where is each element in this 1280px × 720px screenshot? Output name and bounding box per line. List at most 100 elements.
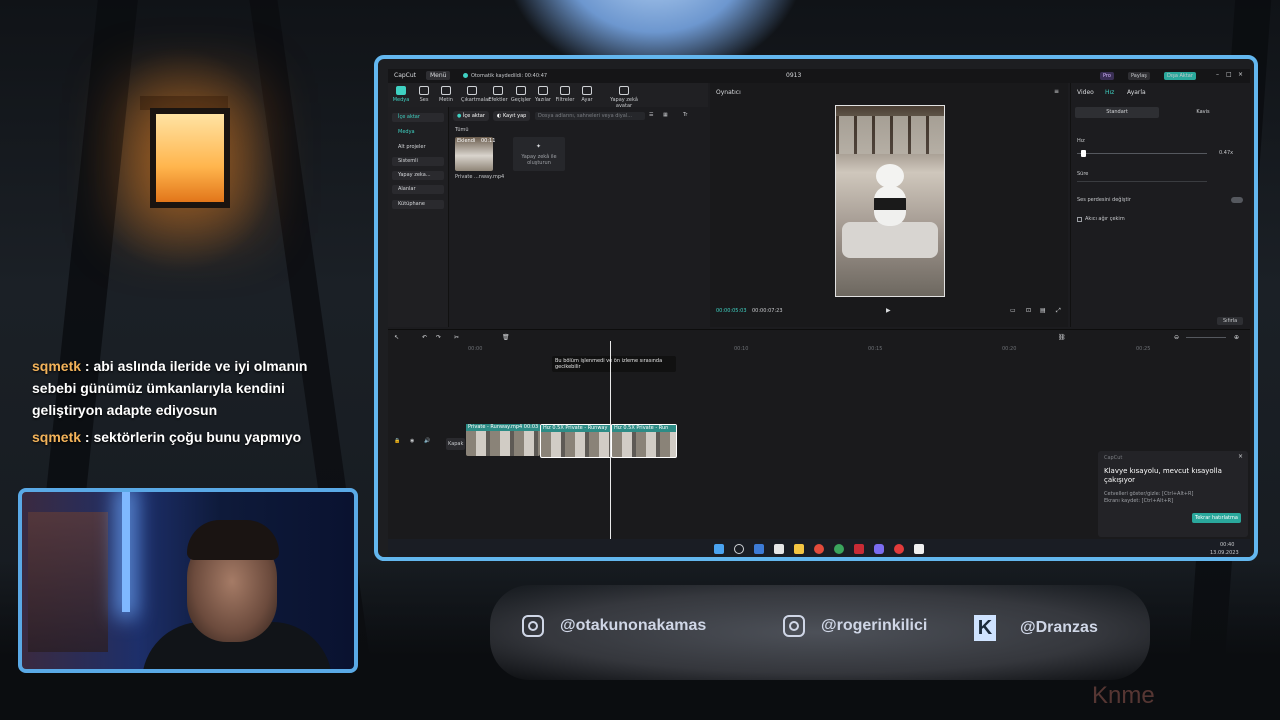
playhead[interactable]	[610, 341, 611, 541]
smooth-checkbox[interactable]	[1077, 217, 1082, 222]
ratio-icon[interactable]: ▭	[1010, 307, 1016, 314]
sidebar-item-subprojects[interactable]: Alt projeler	[392, 143, 444, 152]
tab-speed[interactable]: Hız	[1105, 89, 1114, 96]
store-icon[interactable]	[774, 544, 784, 554]
sidebar-item-import[interactable]: İçe aktar	[392, 113, 444, 122]
redo-icon[interactable]: ↷	[436, 334, 441, 341]
tool-media[interactable]: Medya	[390, 85, 412, 103]
search-icon[interactable]	[734, 544, 744, 554]
toast-app: CapCut	[1104, 455, 1123, 461]
minimize-icon[interactable]: –	[1216, 71, 1219, 78]
speed-tab-curve[interactable]: Kavis	[1161, 107, 1245, 118]
ruler-mark: 00:00	[468, 346, 483, 352]
tool-filters[interactable]: Filtreler	[554, 85, 576, 103]
maximize-icon[interactable]: □	[1226, 71, 1232, 78]
export-button[interactable]: Dışa Aktar	[1164, 72, 1196, 80]
current-time: 00:00:05:03	[716, 308, 747, 314]
cover-button[interactable]: Kapak	[446, 438, 466, 450]
link-icon[interactable]: ⛓	[1058, 334, 1066, 341]
discord-icon[interactable]	[874, 544, 884, 554]
speed-slider-track[interactable]	[1077, 153, 1207, 154]
tool-transitions[interactable]: Geçişler	[510, 85, 532, 103]
undo-icon[interactable]: ↶	[422, 334, 427, 341]
instagram-icon	[522, 615, 544, 637]
obs-icon[interactable]	[894, 544, 904, 554]
tool-effects[interactable]: Efektler	[487, 85, 509, 103]
reset-button[interactable]: Sıfırla	[1217, 317, 1244, 325]
tool-adjust[interactable]: Ayar	[576, 85, 598, 103]
properties-panel: Video Hız Ayarla Standart Kavis Hız 0.47…	[1070, 83, 1251, 327]
toast-title: Klavye kısayolu, mevcut kısayolla çakışı…	[1104, 467, 1222, 484]
track-lock-icon[interactable]: 🔒	[394, 438, 400, 444]
audio-icon	[419, 86, 429, 95]
split-icon[interactable]: ✂	[454, 334, 459, 341]
tool-captions[interactable]: Yazılar	[532, 85, 554, 103]
avatar-icon	[619, 86, 629, 95]
speed-slider-handle[interactable]	[1081, 150, 1086, 157]
tab-video[interactable]: Video	[1077, 89, 1094, 96]
tool-ai-avatar[interactable]: Yapay zekâ avatar	[602, 85, 646, 109]
zoom-icon[interactable]: ⊡	[1026, 307, 1031, 314]
sidebar-item-ai[interactable]: Yapay zeka...	[392, 171, 444, 180]
file-explorer-icon[interactable]	[794, 544, 804, 554]
chat-text: : sektörlerin çoğu bunu yapmıyo	[81, 429, 302, 445]
capcut-window: CapCut Menü Otomatik kaydedildi: 00:40:4…	[388, 69, 1251, 557]
timeline-clip[interactable]: Private - Runway.mp4 00:03	[466, 424, 540, 456]
neon-light	[122, 492, 130, 612]
widgets-icon[interactable]	[754, 544, 764, 554]
capcut-taskbar-icon[interactable]	[914, 544, 924, 554]
app-icon-green[interactable]	[834, 544, 844, 554]
timeline-clip-selected[interactable]: Hız 0.5X Private - Run	[611, 424, 677, 458]
pitch-toggle[interactable]	[1231, 197, 1243, 203]
app-icon-red[interactable]	[854, 544, 864, 554]
speed-tab-standard[interactable]: Standart	[1075, 107, 1159, 118]
search-input[interactable]: Dosya adlarını, sahneleri veya diyal...	[535, 112, 645, 120]
close-icon[interactable]: ×	[1238, 71, 1243, 78]
player-panel: Oynatıcı ≡ 00:00:05:03 00:00:07:23 ▶ ▭ ⊡…	[710, 83, 1068, 327]
speed-value[interactable]: 0.47x	[1219, 150, 1233, 156]
zoom-out-icon[interactable]: ⊖	[1174, 334, 1179, 341]
toast-close-icon[interactable]: ×	[1238, 453, 1243, 460]
watermark: Knme	[1092, 682, 1155, 709]
import-button[interactable]: ● İçe aktar	[453, 111, 489, 121]
share-button[interactable]: Paylaş	[1128, 72, 1150, 80]
autosave-status: Otomatik kaydedildi: 00:40:47	[471, 73, 548, 79]
tool-stickers[interactable]: Çıkartmalar	[461, 85, 490, 103]
toast-remind-button[interactable]: Tekrar hatırlatma	[1192, 513, 1241, 523]
player-menu-icon[interactable]: ≡	[1054, 88, 1059, 95]
timeline-zoom-slider[interactable]	[1186, 337, 1226, 338]
title-bar: CapCut Menü Otomatik kaydedildi: 00:40:4…	[388, 69, 1250, 83]
select-tool-icon[interactable]: ↖	[394, 334, 399, 341]
record-button[interactable]: ◐ Kayıt yap	[493, 111, 531, 121]
tool-text[interactable]: Metin	[435, 85, 457, 103]
menu-button[interactable]: Menü	[426, 71, 451, 80]
fullscreen-icon[interactable]: ⤢	[1056, 307, 1061, 315]
media-sidebar: İçe aktar Medya Alt projeler Sistemli Ya…	[388, 107, 448, 327]
captions-icon	[538, 86, 548, 95]
ai-create-card[interactable]: ✦ Yapay zekâ ile oluşturun	[513, 137, 565, 171]
filter-icon[interactable]: Tr	[683, 112, 687, 118]
zoom-in-icon[interactable]: ⊕	[1234, 334, 1239, 341]
windows-start-icon[interactable]	[714, 544, 724, 554]
sticker-icon	[467, 86, 477, 95]
timeline-clip-selected[interactable]: Hız 0.5X Private - Runway	[540, 424, 612, 458]
sort-icon[interactable]: ☰	[649, 112, 653, 118]
track-audio-icon[interactable]: 🔊	[424, 438, 430, 444]
pro-badge[interactable]: Pro	[1100, 72, 1114, 80]
delete-icon[interactable]: 🗑	[502, 334, 510, 341]
tab-adjust[interactable]: Ayarla	[1127, 89, 1146, 96]
track-eye-icon[interactable]: ◉	[410, 438, 414, 444]
grid-view-icon[interactable]: ▦	[663, 112, 668, 118]
shelf	[28, 512, 108, 652]
tool-audio[interactable]: Ses	[413, 85, 435, 103]
sidebar-item-media[interactable]: Medya	[392, 128, 444, 137]
chrome-icon[interactable]	[814, 544, 824, 554]
filter-all-tab[interactable]: Tümü	[455, 127, 469, 133]
sidebar-item-spaces[interactable]: Alanlar	[392, 185, 444, 194]
sidebar-item-library[interactable]: Kütüphane	[392, 200, 444, 209]
play-icon[interactable]: ▶	[886, 307, 891, 314]
sidebar-item-system[interactable]: Sistemli	[392, 157, 444, 166]
ruler-mark: 00:20	[1002, 346, 1017, 352]
quality-icon[interactable]: ▤	[1040, 307, 1046, 314]
social-kick: K @Dranzas	[974, 615, 1098, 641]
